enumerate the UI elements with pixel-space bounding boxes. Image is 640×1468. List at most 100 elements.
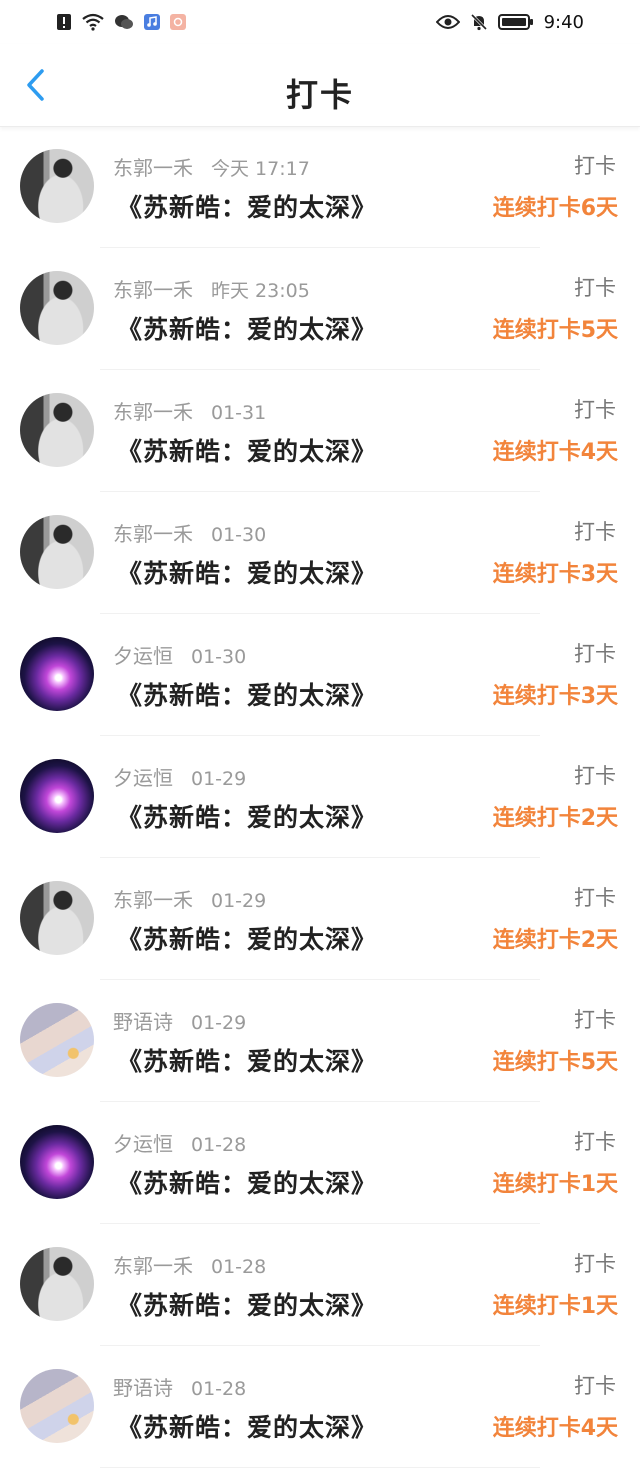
checkin-action[interactable]: 打卡	[574, 638, 616, 668]
avatar[interactable]	[20, 149, 94, 223]
user-name: 夕运恒	[113, 644, 173, 668]
battery-icon	[497, 13, 534, 31]
avatar[interactable]	[20, 393, 94, 467]
user-meta: 东郭一禾 昨天 23:05	[113, 274, 310, 303]
user-name: 东郭一禾	[113, 888, 193, 912]
streak-label: 连续打卡2天	[492, 928, 618, 953]
checkin-action[interactable]: 打卡	[574, 1248, 616, 1278]
user-meta: 夕运恒 01-29	[113, 762, 246, 791]
status-time: 9:40	[543, 11, 584, 33]
checkin-action[interactable]: 打卡	[574, 1004, 616, 1034]
avatar[interactable]	[20, 637, 94, 711]
checkin-time: 01-28	[191, 1378, 247, 1400]
eye-icon	[435, 14, 460, 30]
song-title: 《苏新皓：爱的太深》	[117, 1047, 378, 1076]
checkin-time: 昨天 23:05	[211, 280, 310, 302]
checkin-time: 01-28	[191, 1134, 247, 1156]
user-name: 夕运恒	[113, 1132, 173, 1156]
wifi-icon	[82, 13, 104, 31]
list-item[interactable]: 野语诗 01-28 《苏新皓：爱的太深》 打卡连续打卡4天	[0, 1346, 640, 1468]
user-meta: 东郭一禾 今天 17:17	[113, 152, 310, 181]
streak-label: 连续打卡5天	[492, 1050, 618, 1075]
list-item[interactable]: 东郭一禾 昨天 23:05 《苏新皓：爱的太深》 打卡连续打卡5天	[0, 248, 640, 370]
list-item[interactable]: 野语诗 01-29 《苏新皓：爱的太深》 打卡连续打卡5天	[0, 980, 640, 1102]
app-icon	[170, 14, 186, 30]
user-name: 东郭一禾	[113, 522, 193, 546]
user-name: 野语诗	[113, 1010, 173, 1034]
checkin-action[interactable]: 打卡	[574, 882, 616, 912]
avatar[interactable]	[20, 1125, 94, 1199]
checkin-time: 01-28	[211, 1256, 267, 1278]
checkin-action[interactable]: 打卡	[574, 760, 616, 790]
song-title: 《苏新皓：爱的太深》	[117, 925, 378, 954]
streak-label: 连续打卡1天	[492, 1172, 618, 1197]
streak-label: 连续打卡5天	[492, 318, 618, 343]
list-item[interactable]: 东郭一禾 今天 17:17 《苏新皓：爱的太深》 打卡连续打卡6天	[0, 126, 640, 248]
user-meta: 夕运恒 01-30	[113, 640, 246, 669]
avatar[interactable]	[20, 759, 94, 833]
avatar[interactable]	[20, 1003, 94, 1077]
user-meta: 东郭一禾 01-30	[113, 518, 266, 547]
user-name: 夕运恒	[113, 766, 173, 790]
avatar[interactable]	[20, 271, 94, 345]
wechat-icon	[114, 13, 134, 31]
list-item[interactable]: 东郭一禾 01-28 《苏新皓：爱的太深》 打卡连续打卡1天	[0, 1224, 640, 1346]
user-name: 东郭一禾	[113, 156, 193, 180]
bell-off-icon	[470, 13, 488, 31]
list-item[interactable]: 东郭一禾 01-31 《苏新皓：爱的太深》 打卡连续打卡4天	[0, 370, 640, 492]
checkin-action[interactable]: 打卡	[574, 516, 616, 546]
checkin-action[interactable]: 打卡	[574, 394, 616, 424]
user-meta: 野语诗 01-29	[113, 1006, 246, 1035]
song-title: 《苏新皓：爱的太深》	[117, 1291, 378, 1320]
list-item[interactable]: 东郭一禾 01-29 《苏新皓：爱的太深》 打卡连续打卡2天	[0, 858, 640, 980]
checkin-time: 01-29	[191, 1012, 247, 1034]
status-right: 9:40	[435, 11, 584, 33]
checkin-time: 01-30	[211, 524, 267, 546]
music-app-icon	[144, 14, 160, 30]
streak-label: 连续打卡4天	[492, 440, 618, 465]
status-left	[56, 13, 186, 31]
song-title: 《苏新皓：爱的太深》	[117, 681, 378, 710]
song-title: 《苏新皓：爱的太深》	[117, 1169, 378, 1198]
user-meta: 东郭一禾 01-29	[113, 884, 266, 913]
song-title: 《苏新皓：爱的太深》	[117, 437, 378, 466]
avatar[interactable]	[20, 881, 94, 955]
streak-label: 连续打卡2天	[492, 806, 618, 831]
list-item[interactable]: 东郭一禾 01-30 《苏新皓：爱的太深》 打卡连续打卡3天	[0, 492, 640, 614]
list-item[interactable]: 夕运恒 01-29 《苏新皓：爱的太深》 打卡连续打卡2天	[0, 736, 640, 858]
checkin-time: 01-31	[211, 402, 267, 424]
app-header: 打卡	[0, 44, 640, 127]
song-title: 《苏新皓：爱的太深》	[117, 559, 378, 588]
checkin-action[interactable]: 打卡	[574, 1370, 616, 1400]
status-bar: 9:40	[0, 0, 640, 44]
avatar[interactable]	[20, 1247, 94, 1321]
user-meta: 野语诗 01-28	[113, 1372, 246, 1401]
list-item[interactable]: 夕运恒 01-30 《苏新皓：爱的太深》 打卡连续打卡3天	[0, 614, 640, 736]
streak-label: 连续打卡3天	[492, 684, 618, 709]
user-name: 东郭一禾	[113, 400, 193, 424]
list-item[interactable]: 夕运恒 01-28 《苏新皓：爱的太深》 打卡连续打卡1天	[0, 1102, 640, 1224]
song-title: 《苏新皓：爱的太深》	[117, 193, 378, 222]
avatar[interactable]	[20, 515, 94, 589]
checkin-time: 01-30	[191, 646, 247, 668]
streak-label: 连续打卡6天	[492, 196, 618, 221]
checkin-action[interactable]: 打卡	[574, 1126, 616, 1156]
user-meta: 夕运恒 01-28	[113, 1128, 246, 1157]
streak-label: 连续打卡4天	[492, 1416, 618, 1441]
song-title: 《苏新皓：爱的太深》	[117, 1413, 378, 1442]
streak-label: 连续打卡3天	[492, 562, 618, 587]
user-meta: 东郭一禾 01-28	[113, 1250, 266, 1279]
user-name: 野语诗	[113, 1376, 173, 1400]
song-title: 《苏新皓：爱的太深》	[117, 315, 378, 344]
checkin-action[interactable]: 打卡	[574, 272, 616, 302]
song-title: 《苏新皓：爱的太深》	[117, 803, 378, 832]
user-name: 东郭一禾	[113, 1254, 193, 1278]
avatar[interactable]	[20, 1369, 94, 1443]
user-meta: 东郭一禾 01-31	[113, 396, 266, 425]
checkin-time: 01-29	[211, 890, 267, 912]
streak-label: 连续打卡1天	[492, 1294, 618, 1319]
checkin-action[interactable]: 打卡	[574, 150, 616, 180]
checkin-time: 今天 17:17	[211, 158, 310, 180]
alert-icon	[56, 13, 72, 31]
checkin-time: 01-29	[191, 768, 247, 790]
